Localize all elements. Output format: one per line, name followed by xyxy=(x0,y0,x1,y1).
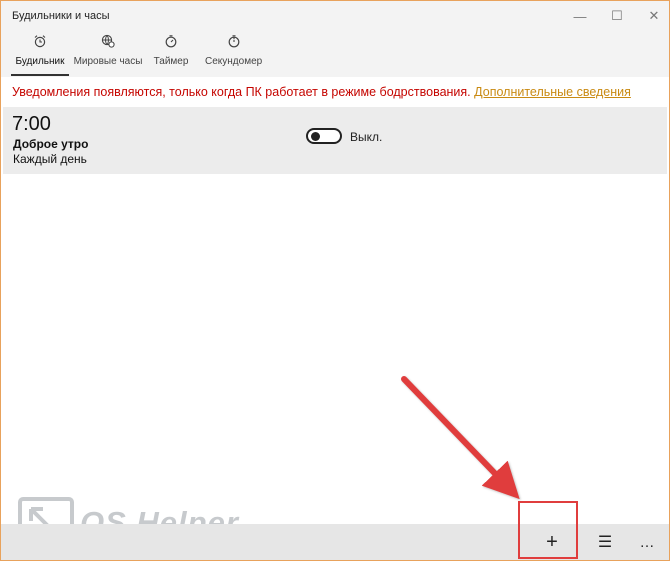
window-title: Будильники и часы xyxy=(12,10,110,22)
tab-timer[interactable]: Таймер xyxy=(152,34,190,76)
timer-icon xyxy=(152,34,190,52)
world-clock-icon xyxy=(73,34,143,52)
alarm-item[interactable]: 7:00 Доброе утро Каждый день Выкл. xyxy=(3,107,667,174)
select-list-icon: ☰ xyxy=(597,534,613,551)
close-button[interactable]: ✕ xyxy=(635,1,669,31)
alarm-time: 7:00 xyxy=(12,113,51,135)
alarm-repeat: Каждый день xyxy=(13,152,87,166)
alarm-clock-icon xyxy=(11,34,69,52)
notification-banner: Уведомления появляются, только когда ПК … xyxy=(12,85,631,99)
alarm-name: Доброе утро xyxy=(13,137,89,151)
select-alarms-button[interactable]: ☰ xyxy=(585,524,625,560)
highlight-box xyxy=(518,501,578,559)
tab-stopwatch[interactable]: Секундомер xyxy=(205,34,262,76)
more-button[interactable]: … xyxy=(627,524,667,560)
alarm-toggle[interactable] xyxy=(306,128,342,144)
more-info-link[interactable]: Дополнительные сведения xyxy=(474,85,631,99)
toggle-knob xyxy=(311,132,320,141)
minimize-icon: — xyxy=(573,8,587,24)
title-bar: Будильники и часы — ☐ ✕ xyxy=(1,1,669,31)
more-icon: … xyxy=(639,533,655,551)
tab-alarm[interactable]: Будильник xyxy=(11,34,69,76)
close-icon: ✕ xyxy=(648,8,660,23)
minimize-button[interactable]: — xyxy=(561,1,599,31)
app-window: Будильники и часы — ☐ ✕ Будильник Мировы… xyxy=(0,0,670,561)
tab-label: Таймер xyxy=(153,56,189,67)
tab-world-clock[interactable]: Мировые часы xyxy=(73,34,143,76)
maximize-button[interactable]: ☐ xyxy=(598,1,636,31)
stopwatch-icon xyxy=(205,34,262,52)
tab-label: Секундомер xyxy=(205,56,263,67)
tab-label: Будильник xyxy=(15,56,65,67)
maximize-icon: ☐ xyxy=(611,8,623,23)
notification-text: Уведомления появляются, только когда ПК … xyxy=(12,85,471,99)
toggle-label: Выкл. xyxy=(350,130,383,144)
tab-bar: Будильник Мировые часы Таймер Секундомер xyxy=(1,31,669,77)
tab-label: Мировые часы xyxy=(73,56,143,67)
